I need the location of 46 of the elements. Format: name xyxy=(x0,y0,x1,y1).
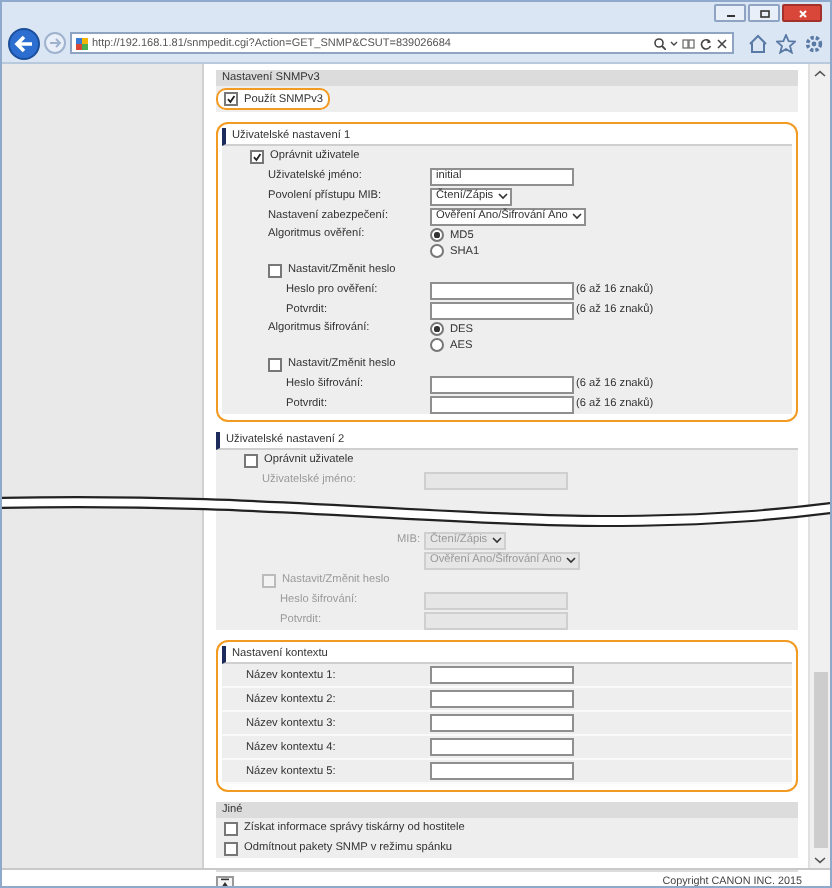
maximize-icon xyxy=(759,9,769,17)
caret-icon[interactable] xyxy=(670,40,678,46)
check-icon xyxy=(226,94,236,104)
page-icon[interactable] xyxy=(682,37,696,49)
caret-icon xyxy=(491,536,502,544)
site-icon xyxy=(76,37,88,49)
checkbox[interactable] xyxy=(224,92,238,106)
maximize-button[interactable] xyxy=(748,4,780,22)
scroll-thumb[interactable] xyxy=(813,672,827,848)
minimize-button[interactable] xyxy=(714,4,746,22)
home-icon[interactable] xyxy=(748,33,768,53)
text-field[interactable] xyxy=(430,301,574,319)
radio-button[interactable] xyxy=(430,322,444,336)
settings-icon[interactable] xyxy=(804,33,824,53)
close-icon[interactable] xyxy=(716,37,728,49)
text-field[interactable] xyxy=(430,714,574,732)
scrollbar[interactable] xyxy=(808,64,830,868)
caret-icon xyxy=(565,556,576,564)
text-field[interactable] xyxy=(430,281,574,299)
text-field[interactable] xyxy=(430,690,574,708)
checkbox[interactable] xyxy=(268,263,282,277)
text-field[interactable] xyxy=(430,666,574,684)
close-button[interactable] xyxy=(782,4,822,22)
scroll-up-icon[interactable] xyxy=(814,70,826,78)
radio-button[interactable] xyxy=(430,228,444,242)
close-icon xyxy=(797,9,807,17)
text-field[interactable] xyxy=(430,738,574,756)
checkbox[interactable] xyxy=(268,357,282,371)
text-field[interactable] xyxy=(430,762,574,780)
caret-icon xyxy=(497,192,508,200)
radio-button[interactable] xyxy=(430,338,444,352)
check-icon xyxy=(252,151,262,161)
back-button[interactable] xyxy=(8,27,40,59)
caret-icon xyxy=(571,212,582,220)
minimize-icon xyxy=(725,9,735,17)
checkbox[interactable] xyxy=(224,841,238,855)
refresh-icon[interactable] xyxy=(700,37,712,49)
star-icon[interactable] xyxy=(776,33,796,53)
checkbox[interactable] xyxy=(224,821,238,835)
checkbox[interactable] xyxy=(250,149,264,163)
text-field[interactable] xyxy=(430,395,574,413)
search-icon[interactable] xyxy=(654,37,666,49)
up-arrow-icon xyxy=(220,878,230,886)
text-field[interactable] xyxy=(430,375,574,393)
scroll-down-icon[interactable] xyxy=(814,856,826,864)
radio-button[interactable] xyxy=(430,244,444,258)
